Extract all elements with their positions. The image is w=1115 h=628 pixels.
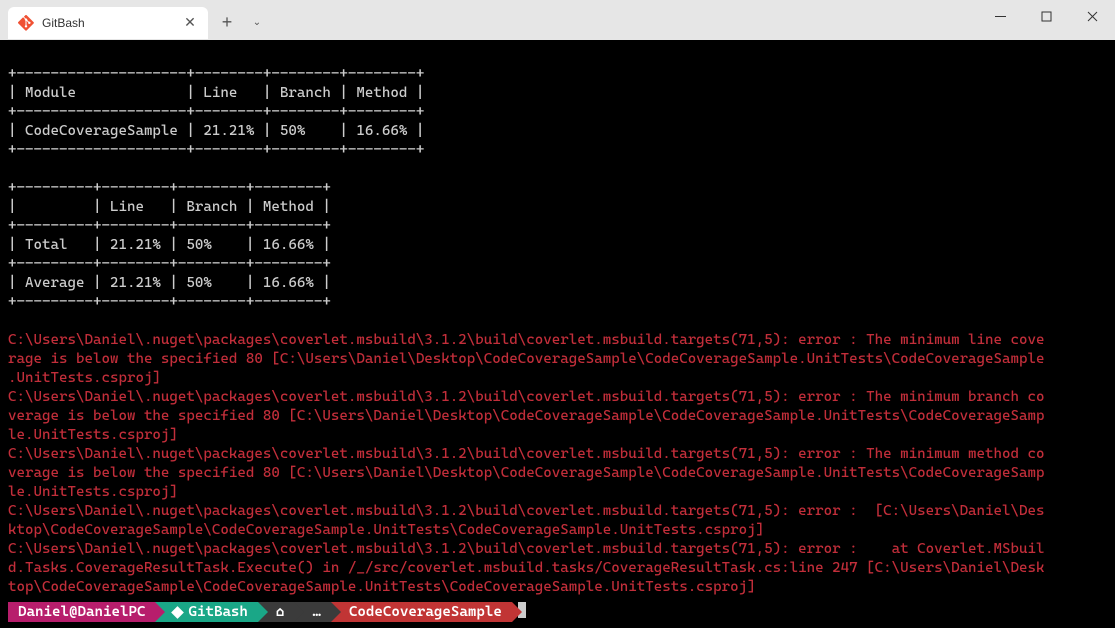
tabs-area: GitBash ✕ + ⌄ — [0, 0, 272, 40]
terminal-pane[interactable]: +--------------------+--------+--------+… — [0, 40, 1115, 628]
tab-close-button[interactable]: ✕ — [182, 15, 198, 31]
prompt-statusbar: Daniel@DanielPC GitBash ⌂ … CodeCoverage… — [8, 602, 1107, 622]
close-button[interactable] — [1069, 0, 1115, 32]
maximize-button[interactable] — [1023, 0, 1069, 32]
new-tab-button[interactable]: + — [212, 8, 242, 38]
minimize-button[interactable] — [977, 0, 1023, 32]
diamond-icon — [172, 606, 185, 619]
prompt-shell-label: GitBash — [188, 603, 247, 622]
prompt-shell: GitBash — [155, 602, 257, 622]
tab-dropdown-button[interactable]: ⌄ — [242, 8, 272, 38]
prompt-userhost: Daniel@DanielPC — [8, 602, 155, 622]
window-controls — [977, 0, 1115, 32]
terminal-output: +--------------------+--------+--------+… — [8, 46, 1107, 597]
titlebar: GitBash ✕ + ⌄ — [0, 0, 1115, 40]
tab-gitbash[interactable]: GitBash ✕ — [8, 7, 208, 39]
gitbash-icon — [18, 15, 34, 31]
prompt-dir: CodeCoverageSample — [331, 602, 512, 622]
tab-title: GitBash — [42, 16, 182, 30]
